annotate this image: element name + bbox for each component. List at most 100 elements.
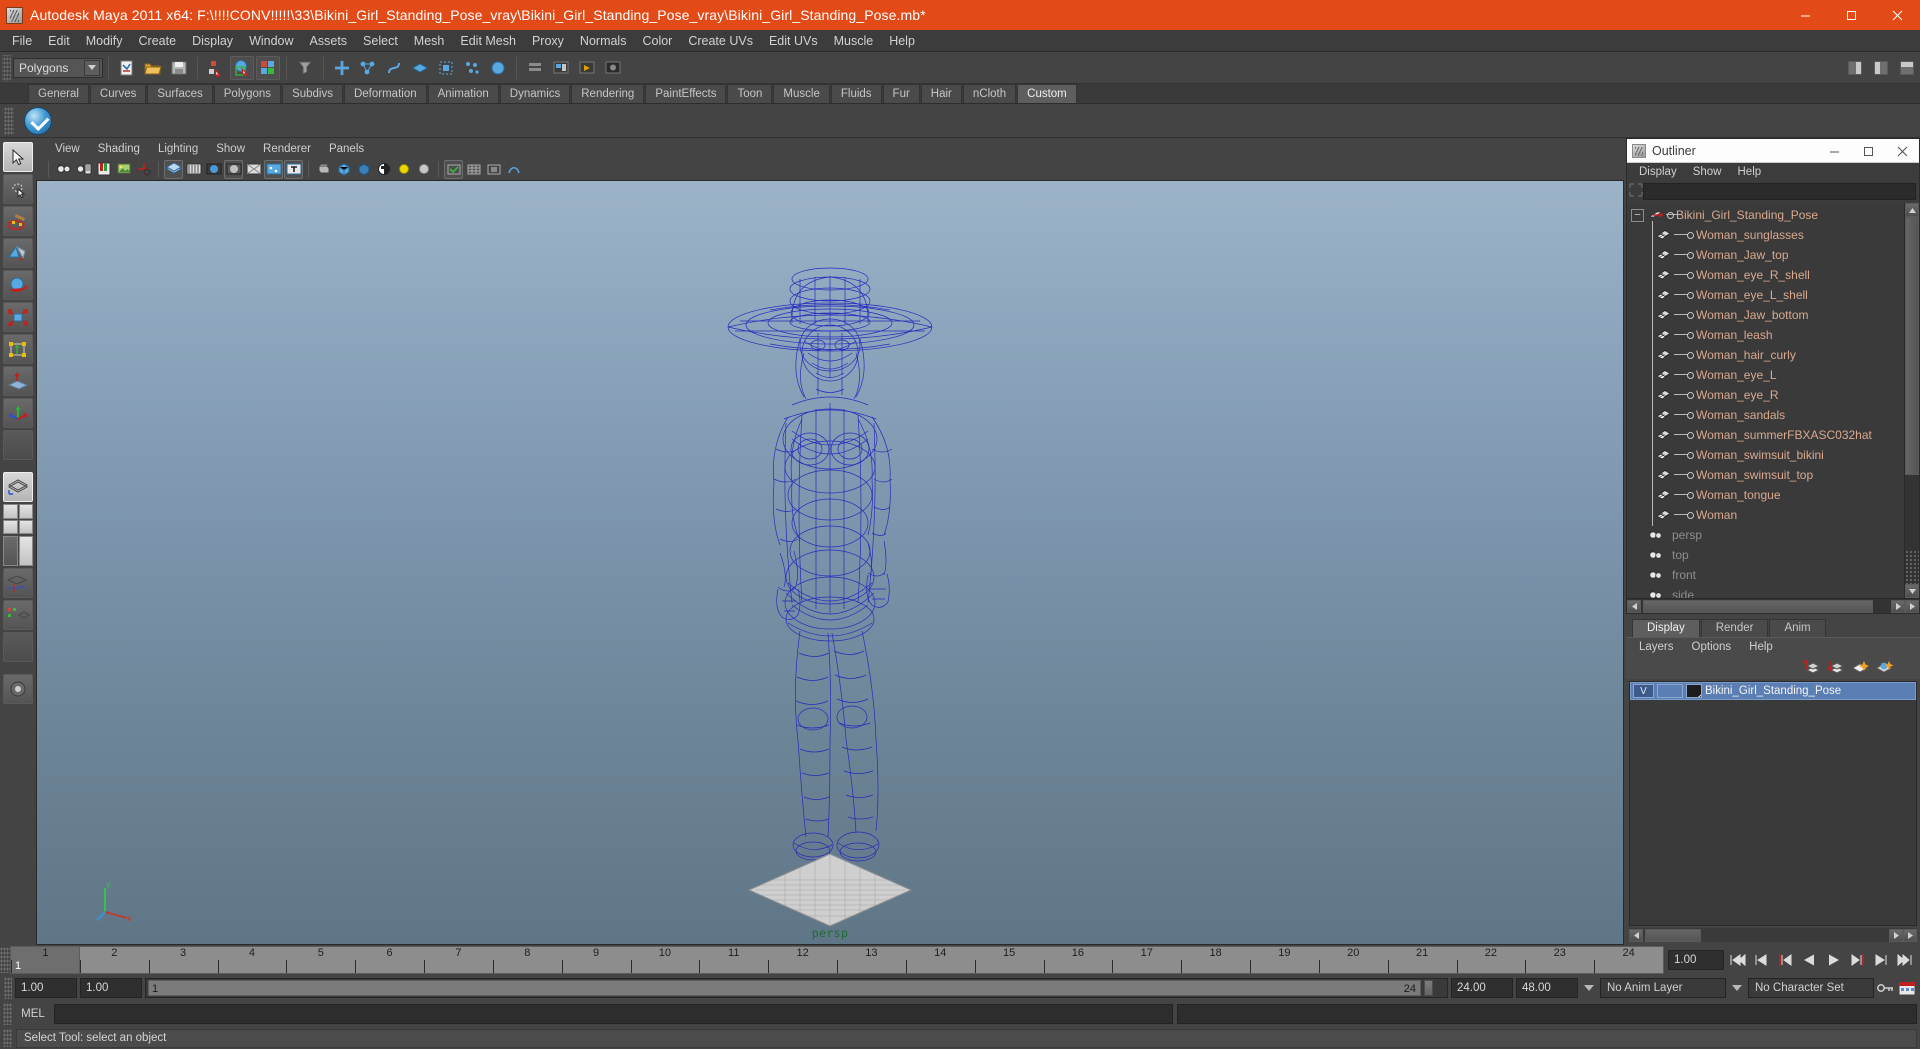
menu-mesh[interactable]: Mesh [406, 32, 453, 50]
outliner-filter-icon[interactable] [1629, 183, 1643, 199]
layer-menu-layers[interactable]: Layers [1630, 640, 1683, 654]
help-settings-icon[interactable] [3, 674, 33, 704]
shelf-tab-general[interactable]: General [28, 84, 89, 103]
play-backwards-button[interactable] [1799, 950, 1820, 971]
isolate-select-icon[interactable] [444, 159, 463, 179]
tab-anim-layers[interactable]: Anim [1769, 619, 1826, 637]
shelf-item-checkmark-icon[interactable] [24, 106, 52, 135]
character-wireframe-model[interactable] [680, 253, 980, 873]
outliner-item-woman_tongue[interactable]: Woman_tongue [1627, 485, 1904, 505]
outliner-item-woman_hair_curly[interactable]: Woman_hair_curly [1627, 345, 1904, 365]
outliner-scroll-track[interactable] [1905, 475, 1919, 550]
playback-speed-field[interactable]: 1.00 [1668, 950, 1724, 970]
outliner-minimize-button[interactable] [1817, 139, 1851, 163]
layout-hypershade-persp-icon[interactable] [3, 600, 33, 630]
use-default-light-icon[interactable] [394, 160, 413, 179]
time-slider-grip[interactable] [0, 947, 10, 973]
outliner-menu-help[interactable]: Help [1730, 165, 1770, 179]
shelf-tab-custom[interactable]: Custom [1017, 84, 1077, 103]
outliner-scroll-thumb[interactable] [1905, 217, 1919, 475]
outliner-item-woman_eye_r_shell[interactable]: Woman_eye_R_shell [1627, 265, 1904, 285]
outliner-item-woman_swimsuit_top[interactable]: Woman_swimsuit_top [1627, 465, 1904, 485]
shelf-tab-muscle[interactable]: Muscle [773, 84, 830, 103]
xray-display-icon[interactable] [314, 160, 333, 179]
layout-single-perspective-icon[interactable] [3, 472, 33, 502]
layer-menu-help[interactable]: Help [1740, 640, 1782, 654]
render-settings-icon[interactable] [601, 56, 625, 80]
outliner-hscroll-right-button-2[interactable] [1905, 599, 1919, 613]
shelf-tab-rendering[interactable]: Rendering [571, 84, 645, 103]
select-camera-icon[interactable] [54, 160, 73, 179]
go-to-end-button[interactable] [1895, 950, 1916, 971]
last-tool-used-icon[interactable] [3, 398, 33, 428]
play-forwards-button[interactable] [1823, 950, 1844, 971]
image-plane-icon[interactable] [114, 160, 133, 179]
layout-four-view-icon[interactable] [3, 504, 33, 534]
menu-file[interactable]: File [4, 32, 40, 50]
range-slider-right-cap[interactable] [1424, 980, 1433, 996]
menu-edit[interactable]: Edit [40, 32, 78, 50]
wireframe-shading-icon[interactable] [164, 159, 183, 179]
range-slider-track[interactable]: 1 24 [145, 978, 1448, 998]
menuset-selector[interactable]: Polygons [13, 57, 103, 78]
select-tool-icon[interactable] [3, 142, 33, 172]
layout-persp-graph-icon[interactable] [3, 568, 33, 598]
menu-normals[interactable]: Normals [572, 32, 635, 50]
texture-checker-icon[interactable] [374, 160, 393, 179]
shelf-tab-subdivs[interactable]: Subdivs [282, 84, 343, 103]
viewport-menu-show[interactable]: Show [207, 142, 254, 156]
layer-color-swatch[interactable] [1686, 684, 1702, 698]
anim-layer-chevron-icon[interactable] [1581, 978, 1597, 998]
maximize-button[interactable] [1828, 0, 1874, 30]
menu-assets[interactable]: Assets [302, 32, 356, 50]
outliner-tree-list[interactable]: − Bikini_Girl_Standing_Pose Woman_sunglass… [1627, 203, 1904, 598]
new-empty-layer-icon[interactable] [1851, 658, 1870, 676]
paint-selection-tool-icon[interactable] [3, 206, 33, 236]
layer-menu-options[interactable]: Options [1683, 640, 1741, 654]
menu-edit-uvs[interactable]: Edit UVs [761, 32, 826, 50]
command-language-label[interactable]: MEL [16, 1008, 50, 1020]
animation-end-time-field[interactable]: 48.00 [1516, 978, 1578, 998]
wireframe-on-shaded-icon[interactable] [244, 160, 263, 179]
show-hide-channel-box-icon[interactable] [1843, 56, 1867, 80]
open-scene-icon[interactable] [141, 56, 165, 80]
layout-outliner-persp-icon[interactable] [3, 536, 33, 566]
make-live-icon[interactable] [460, 56, 484, 80]
menu-create-uvs[interactable]: Create UVs [680, 32, 761, 50]
time-slider-track[interactable]: 1 1 2 3 4 5 6 7 8 9 10 11 12 13 14 15 16 17 18 19 20 21 22 23 2… [10, 946, 1664, 974]
menu-modify[interactable]: Modify [78, 32, 131, 50]
key-icon[interactable] [1877, 979, 1895, 997]
shelf-tab-painteffects[interactable]: PaintEffects [645, 84, 727, 103]
new-layer-from-selected-icon[interactable] [1875, 658, 1894, 676]
step-back-frame-button[interactable] [1775, 950, 1796, 971]
display-layer-row[interactable]: V Bikini_Girl_Standing_Pose [1630, 682, 1916, 700]
render-current-frame-icon[interactable] [549, 56, 573, 80]
character-set-selector[interactable]: No Character Set [1748, 978, 1874, 998]
rotate-tool-icon[interactable] [3, 270, 33, 300]
menu-display[interactable]: Display [184, 32, 241, 50]
range-slider-grip[interactable] [4, 977, 12, 999]
outliner-close-button[interactable] [1885, 139, 1919, 163]
range-end-time-field[interactable]: 24.00 [1451, 978, 1513, 998]
menu-window[interactable]: Window [241, 32, 301, 50]
outliner-item-side[interactable]: side [1627, 585, 1904, 598]
show-hide-attribute-editor-icon[interactable] [1869, 56, 1893, 80]
shelf-grip[interactable] [4, 106, 14, 135]
shelf-tab-fur[interactable]: Fur [882, 84, 920, 103]
shelf-tab-surfaces[interactable]: Surfaces [147, 84, 213, 103]
lasso-tool-icon[interactable] [3, 174, 33, 204]
step-forward-key-button[interactable] [1871, 950, 1892, 971]
snap-to-plane-icon[interactable] [408, 56, 432, 80]
outliner-item-woman_eye_l[interactable]: Woman_eye_L [1627, 365, 1904, 385]
display-layer-list[interactable]: V Bikini_Girl_Standing_Pose [1629, 681, 1917, 926]
step-back-key-button[interactable] [1751, 950, 1772, 971]
shelf-tab-deformation[interactable]: Deformation [343, 84, 427, 103]
shadows-cube-icon[interactable] [354, 160, 373, 179]
outliner-item-top[interactable]: top [1627, 545, 1904, 565]
menu-proxy[interactable]: Proxy [524, 32, 572, 50]
viewport-menu-lighting[interactable]: Lighting [149, 142, 207, 156]
flat-shade-icon[interactable] [224, 159, 243, 179]
outliner-item-woman_jaw_top[interactable]: Woman_Jaw_top [1627, 245, 1904, 265]
outliner-item-woman_eye_l_shell[interactable]: Woman_eye_L_shell [1627, 285, 1904, 305]
smooth-shade-all-icon[interactable] [184, 160, 203, 179]
